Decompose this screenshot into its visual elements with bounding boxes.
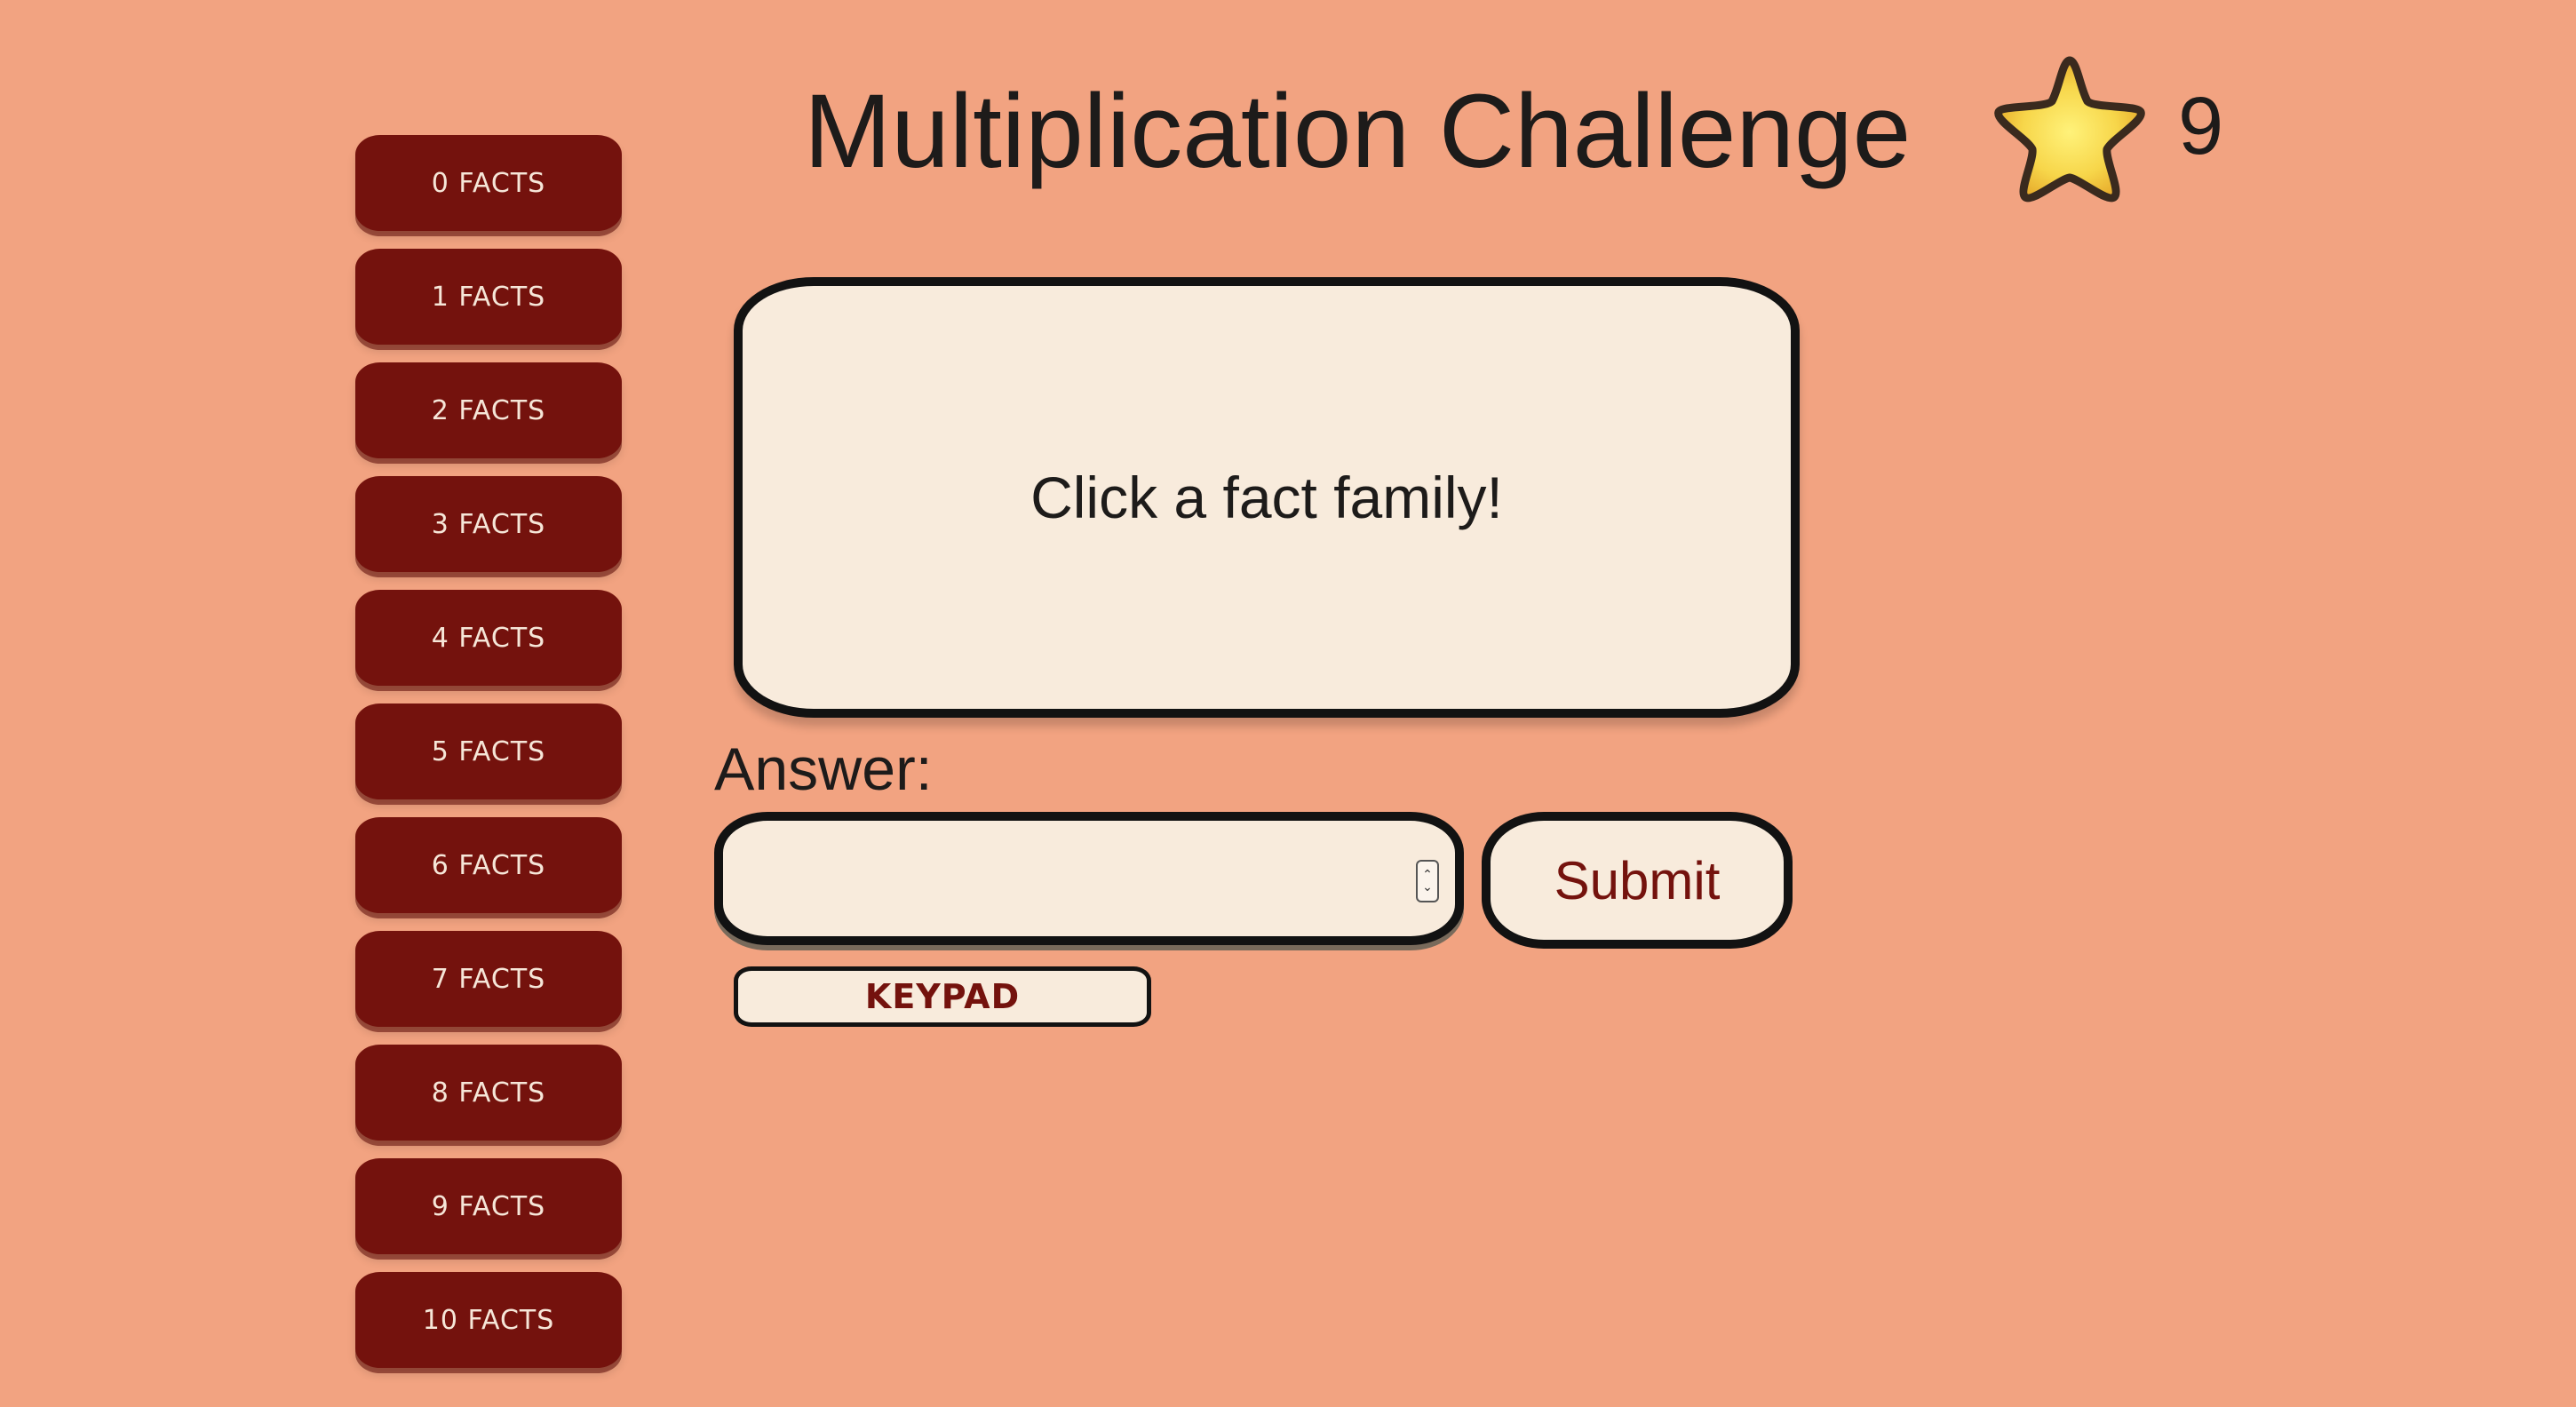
fact-button-8[interactable]: 8 FACTS <box>355 1045 622 1141</box>
fact-button-5[interactable]: 5 FACTS <box>355 704 622 799</box>
star-icon <box>1994 56 2145 203</box>
score-count: 9 <box>2178 81 2224 171</box>
fact-button-9[interactable]: 9 FACTS <box>355 1158 622 1254</box>
answer-input[interactable] <box>750 839 1393 920</box>
fact-button-0[interactable]: 0 FACTS <box>355 135 622 231</box>
fact-button-4[interactable]: 4 FACTS <box>355 590 622 686</box>
answer-field: ⌃ ⌄ <box>714 812 1464 945</box>
answer-label: Answer: <box>714 735 933 803</box>
submit-button[interactable]: Submit <box>1482 812 1793 949</box>
chevron-up-icon[interactable]: ⌃ <box>1422 869 1433 881</box>
fact-family-list: 0 FACTS 1 FACTS 2 FACTS 3 FACTS 4 FACTS … <box>355 135 622 1386</box>
number-spinner[interactable]: ⌃ ⌄ <box>1416 860 1439 902</box>
question-prompt: Click a fact family! <box>1030 465 1503 530</box>
page-title: Multiplication Challenge <box>804 73 1912 190</box>
keypad-button[interactable]: KEYPAD <box>734 966 1151 1027</box>
fact-button-10[interactable]: 10 FACTS <box>355 1272 622 1368</box>
fact-button-2[interactable]: 2 FACTS <box>355 362 622 458</box>
fact-button-6[interactable]: 6 FACTS <box>355 817 622 913</box>
fact-button-1[interactable]: 1 FACTS <box>355 249 622 345</box>
question-card: Click a fact family! <box>734 277 1800 718</box>
fact-button-7[interactable]: 7 FACTS <box>355 931 622 1027</box>
chevron-down-icon[interactable]: ⌄ <box>1422 881 1433 894</box>
fact-button-3[interactable]: 3 FACTS <box>355 476 622 572</box>
